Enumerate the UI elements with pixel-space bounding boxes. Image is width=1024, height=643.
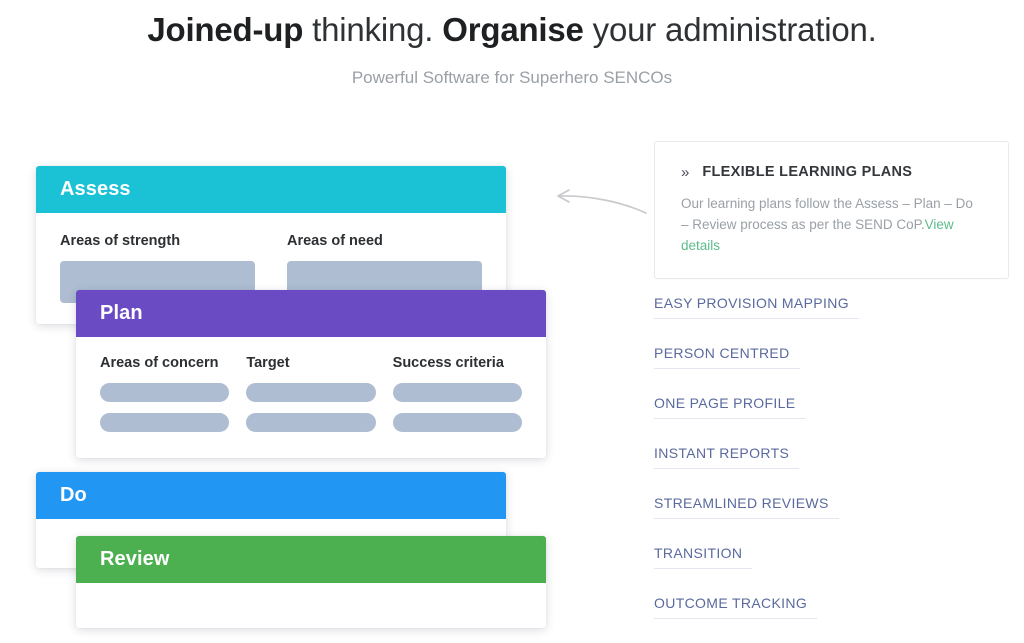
- feature-link-outcome-tracking[interactable]: OUTCOME TRACKING: [654, 595, 818, 619]
- feature-link-person-centred[interactable]: PERSON CENTRED: [654, 345, 800, 369]
- feature-card-header: » FLEXIBLE LEARNING PLANS: [681, 164, 984, 180]
- mock-card-header-assess: Assess: [36, 166, 506, 213]
- mock-card-title-do: Do: [60, 484, 87, 506]
- placeholder-pill: [100, 413, 230, 432]
- feature-card-title: FLEXIBLE LEARNING PLANS: [702, 164, 913, 180]
- mock-column-label: Areas of need: [287, 233, 383, 249]
- placeholder-pill: [392, 383, 522, 402]
- placeholder-pill: [100, 383, 230, 402]
- feature-card-description-wrapper: Our learning plans follow the Assess – P…: [681, 193, 984, 256]
- mock-card-header-review: Review: [76, 536, 546, 583]
- page-subtitle: Powerful Software for Superhero SENCOs: [351, 68, 673, 87]
- mock-card-title-plan: Plan: [100, 302, 143, 324]
- placeholder-pill: [246, 383, 376, 402]
- page-root: Joined-up thinking. Organise your admini…: [0, 0, 1024, 643]
- feature-link-instant-reports[interactable]: INSTANT REPORTS: [654, 445, 800, 469]
- feature-card-flexible-learning-plans[interactable]: » FLEXIBLE LEARNING PLANS Our learning p…: [654, 141, 1009, 279]
- feature-link-list: EASY PROVISION MAPPING PERSON CENTRED ON…: [654, 295, 1009, 619]
- mock-column-success-criteria: Success criteria: [392, 355, 522, 432]
- mock-column-label: Areas of strength: [60, 233, 181, 249]
- feature-panel: » FLEXIBLE LEARNING PLANS Our learning p…: [654, 141, 1009, 619]
- mock-column-label: Areas of concern: [100, 355, 219, 371]
- mock-card-title-review: Review: [100, 548, 170, 570]
- headline-text-one: thinking.: [303, 11, 443, 48]
- mock-column-label: Success criteria: [392, 355, 504, 371]
- feature-link-easy-provision-mapping[interactable]: EASY PROVISION MAPPING: [654, 295, 859, 319]
- feature-link-streamlined-reviews[interactable]: STREAMLINED REVIEWS: [654, 495, 839, 519]
- page-title: Joined-up thinking. Organise your admini…: [0, 10, 1024, 50]
- feature-link-transition[interactable]: TRANSITION: [654, 545, 753, 569]
- double-chevron-right-icon: »: [681, 163, 690, 181]
- mock-card-header-plan: Plan: [76, 290, 546, 337]
- placeholder-pill: [246, 413, 376, 432]
- headline-emphasis-two: Organise: [442, 11, 584, 48]
- mock-card-title-assess: Assess: [60, 178, 131, 200]
- headline-emphasis-one: Joined-up: [147, 11, 304, 48]
- mock-card-plan: Plan Areas of concern Target Success cri…: [76, 290, 546, 458]
- placeholder-pill: [392, 413, 522, 432]
- feature-link-one-page-profile[interactable]: ONE PAGE PROFILE: [654, 395, 806, 419]
- mock-card-header-do: Do: [36, 472, 506, 519]
- mock-column-label: Target: [246, 355, 290, 371]
- mock-card-body-plan: Areas of concern Target Success criteria: [76, 337, 546, 452]
- headline-text-two: your administration.: [583, 11, 877, 48]
- mock-column-target: Target: [246, 355, 376, 432]
- mock-card-review: Review: [76, 536, 546, 628]
- mock-column-concern: Areas of concern: [100, 355, 230, 432]
- curved-arrow-left-icon: [557, 189, 647, 214]
- workflow-mockup-stack: Assess Areas of strength Areas of need D…: [0, 130, 600, 643]
